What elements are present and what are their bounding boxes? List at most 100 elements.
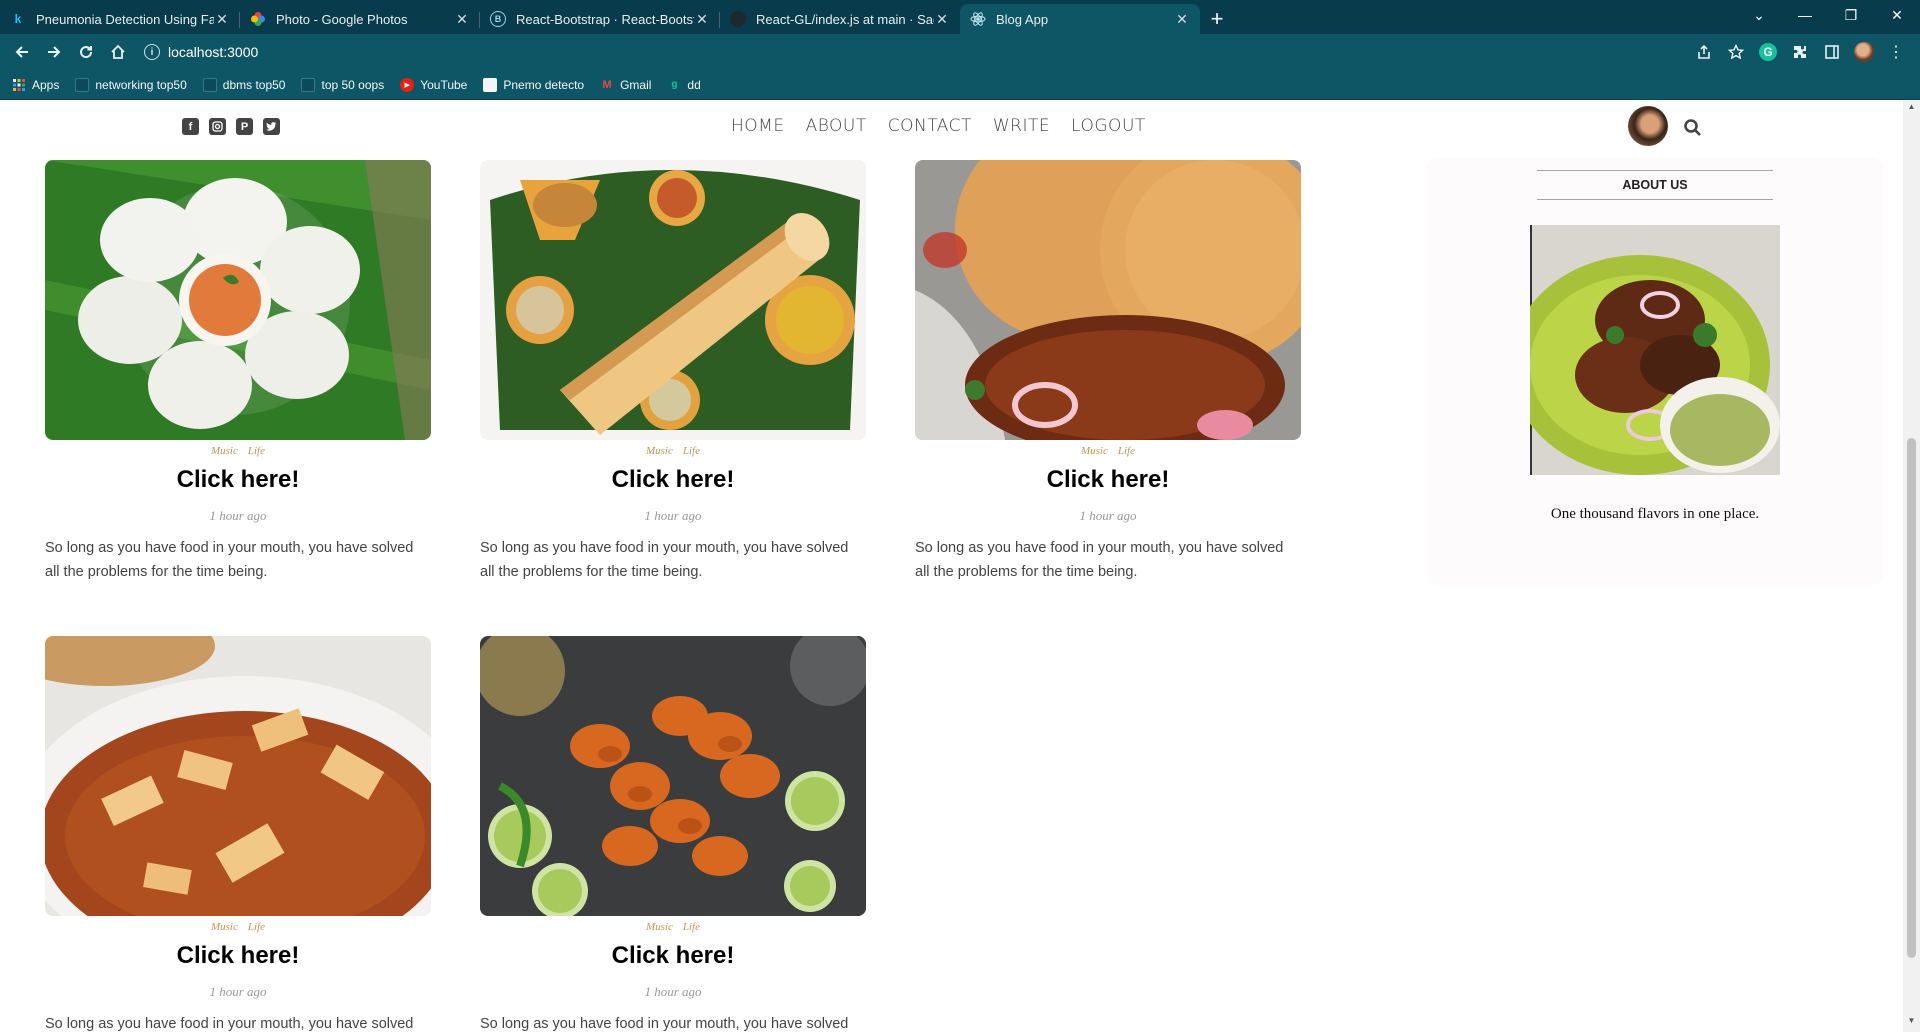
category-life[interactable]: Life bbox=[683, 921, 700, 933]
tab-github[interactable]: React-GL/index.js at main · Sache ✕ bbox=[720, 4, 960, 34]
site-info-icon[interactable]: i bbox=[144, 44, 160, 60]
nav-write[interactable]: WRITE bbox=[993, 116, 1050, 136]
gmail-icon: M bbox=[602, 78, 612, 91]
category-music[interactable]: Music bbox=[646, 445, 673, 457]
post-title[interactable]: Click here! bbox=[480, 942, 866, 970]
post-card[interactable]: Music Life Click here! 1 hour ago So long… bbox=[480, 160, 866, 584]
tab-title: Blog App bbox=[996, 11, 1049, 27]
nav-contact[interactable]: CONTACT bbox=[888, 116, 972, 136]
post-image-chicken-tikka[interactable] bbox=[480, 636, 866, 916]
bookmark-gmail[interactable]: M Gmail bbox=[600, 78, 651, 92]
bookmark-networking[interactable]: networking top50 bbox=[75, 77, 187, 92]
post-title[interactable]: Click here! bbox=[915, 466, 1301, 494]
tab-react-bootstrap[interactable]: B React-Bootstrap · React-Bootstrap ✕ bbox=[480, 4, 720, 34]
bookmark-apps[interactable]: Apps bbox=[12, 78, 59, 92]
bookmark-dbms[interactable]: dbms top50 bbox=[202, 77, 285, 92]
browser-tab-strip: k Pneumonia Detection Using Fast ✕ Photo… bbox=[0, 0, 1920, 34]
close-icon[interactable]: ✕ bbox=[454, 11, 470, 28]
bookmark-oops[interactable]: top 50 oops bbox=[301, 77, 384, 92]
category-music[interactable]: Music bbox=[1081, 445, 1108, 457]
post-categories: Music Life bbox=[915, 445, 1301, 457]
tab-kaggle[interactable]: k Pneumonia Detection Using Fast ✕ bbox=[0, 4, 240, 34]
post-image-dosa[interactable] bbox=[480, 160, 866, 440]
sidebar-about: ABOUT US One thousand flavors in one pla… bbox=[1427, 158, 1883, 585]
category-life[interactable]: Life bbox=[683, 445, 700, 457]
bookmark-star-icon[interactable] bbox=[1722, 38, 1750, 66]
window-controls: ⌄ — ❐ ✕ bbox=[1736, 0, 1920, 30]
nav-about[interactable]: ABOUT bbox=[806, 116, 867, 136]
address-bar[interactable]: i localhost:3000 bbox=[136, 38, 1688, 66]
post-description: So long as you have food in your mouth, … bbox=[45, 540, 414, 580]
bookmark-label: Pnemo detecto bbox=[503, 77, 585, 92]
post-description: So long as you have food in your mouth, … bbox=[45, 1016, 414, 1032]
scrollbar-thumb[interactable] bbox=[1907, 438, 1916, 958]
bookmarks-bar: Apps networking top50 dbms top50 top 50 … bbox=[0, 70, 1920, 100]
share-icon[interactable] bbox=[1690, 38, 1718, 66]
close-icon[interactable]: ✕ bbox=[694, 11, 710, 28]
sidebar-image-tandoori-chicken bbox=[1530, 225, 1780, 475]
twitter-icon[interactable] bbox=[263, 118, 280, 135]
home-icon[interactable] bbox=[104, 38, 132, 66]
category-music[interactable]: Music bbox=[211, 445, 238, 457]
nav-logout[interactable]: LOGOUT bbox=[1071, 116, 1146, 136]
scroll-up-icon[interactable]: ▲ bbox=[1903, 102, 1920, 116]
post-image-idli[interactable] bbox=[45, 160, 431, 440]
tab-title: Pneumonia Detection Using Fast bbox=[36, 11, 214, 27]
tab-title: React-GL/index.js at main · Sache bbox=[756, 11, 934, 27]
tab-search-icon[interactable]: ⌄ bbox=[1736, 0, 1782, 30]
post-card[interactable]: Music Life Click here! 1 hour ago So long… bbox=[45, 160, 431, 584]
page-scrollbar[interactable]: ▲ ▼ bbox=[1903, 100, 1920, 1032]
post-image-chole-bhature[interactable] bbox=[915, 160, 1301, 440]
tab-google-photos[interactable]: Photo - Google Photos ✕ bbox=[240, 4, 480, 34]
restore-icon[interactable]: ❐ bbox=[1828, 0, 1874, 30]
post-date: 1 hour ago bbox=[644, 508, 702, 523]
facebook-icon[interactable]: f bbox=[182, 118, 199, 135]
category-life[interactable]: Life bbox=[248, 445, 265, 457]
bookmark-youtube[interactable]: ▶ YouTube bbox=[400, 77, 467, 92]
bookmark-dd[interactable]: g dd bbox=[667, 78, 700, 92]
sidebar-text: One thousand flavors in one place. bbox=[1550, 506, 1760, 522]
post-card[interactable]: Music Life Click here! 1 hour ago So long… bbox=[45, 636, 431, 1032]
menu-kebab-icon[interactable]: ⋮ bbox=[1882, 38, 1910, 66]
bookmark-label: Gmail bbox=[620, 77, 652, 92]
profile-avatar-icon[interactable] bbox=[1850, 38, 1878, 66]
close-window-icon[interactable]: ✕ bbox=[1874, 0, 1920, 30]
bookmark-label: networking top50 bbox=[95, 77, 187, 92]
google-photos-icon bbox=[250, 11, 266, 27]
tab-blog-app[interactable]: Blog App ✕ bbox=[960, 4, 1200, 34]
side-panel-icon[interactable] bbox=[1818, 38, 1846, 66]
new-tab-button[interactable]: + bbox=[1200, 4, 1234, 34]
pinterest-icon[interactable]: P bbox=[236, 118, 253, 135]
scroll-down-icon[interactable]: ▼ bbox=[1903, 1016, 1920, 1030]
post-date: 1 hour ago bbox=[1079, 508, 1137, 523]
search-icon[interactable] bbox=[1683, 118, 1703, 138]
reload-icon[interactable] bbox=[72, 38, 100, 66]
close-icon[interactable]: ✕ bbox=[1174, 11, 1190, 28]
post-title[interactable]: Click here! bbox=[480, 466, 866, 494]
youtube-icon: ▶ bbox=[400, 77, 415, 92]
site-top-navbar: f P HOME ABOUT CONTACT WRITE LOGOUT bbox=[0, 100, 1903, 150]
kaggle-icon: k bbox=[14, 12, 22, 26]
bookmark-pnemo[interactable]: Pnemo detecto bbox=[483, 77, 585, 92]
post-image-paneer-curry[interactable] bbox=[45, 636, 431, 916]
back-icon[interactable] bbox=[8, 38, 36, 66]
post-card[interactable]: Music Life Click here! 1 hour ago So long… bbox=[480, 636, 866, 1032]
category-music[interactable]: Music bbox=[646, 921, 673, 933]
post-date: 1 hour ago bbox=[209, 984, 267, 999]
post-title[interactable]: Click here! bbox=[45, 942, 431, 970]
instagram-icon[interactable] bbox=[209, 118, 226, 135]
nav-home[interactable]: HOME bbox=[731, 116, 785, 136]
toolbar-actions: G ⋮ bbox=[1688, 38, 1912, 66]
post-title[interactable]: Click here! bbox=[45, 466, 431, 494]
user-avatar[interactable] bbox=[1628, 106, 1668, 146]
category-life[interactable]: Life bbox=[1118, 445, 1135, 457]
extensions-puzzle-icon[interactable] bbox=[1786, 38, 1814, 66]
minimize-icon[interactable]: — bbox=[1782, 0, 1828, 30]
category-life[interactable]: Life bbox=[248, 921, 265, 933]
grammarly-extension-icon[interactable]: G bbox=[1754, 38, 1782, 66]
close-icon[interactable]: ✕ bbox=[214, 11, 230, 28]
close-icon[interactable]: ✕ bbox=[934, 11, 950, 28]
post-card[interactable]: Music Life Click here! 1 hour ago So long… bbox=[915, 160, 1301, 584]
forward-icon[interactable] bbox=[40, 38, 68, 66]
category-music[interactable]: Music bbox=[211, 921, 238, 933]
